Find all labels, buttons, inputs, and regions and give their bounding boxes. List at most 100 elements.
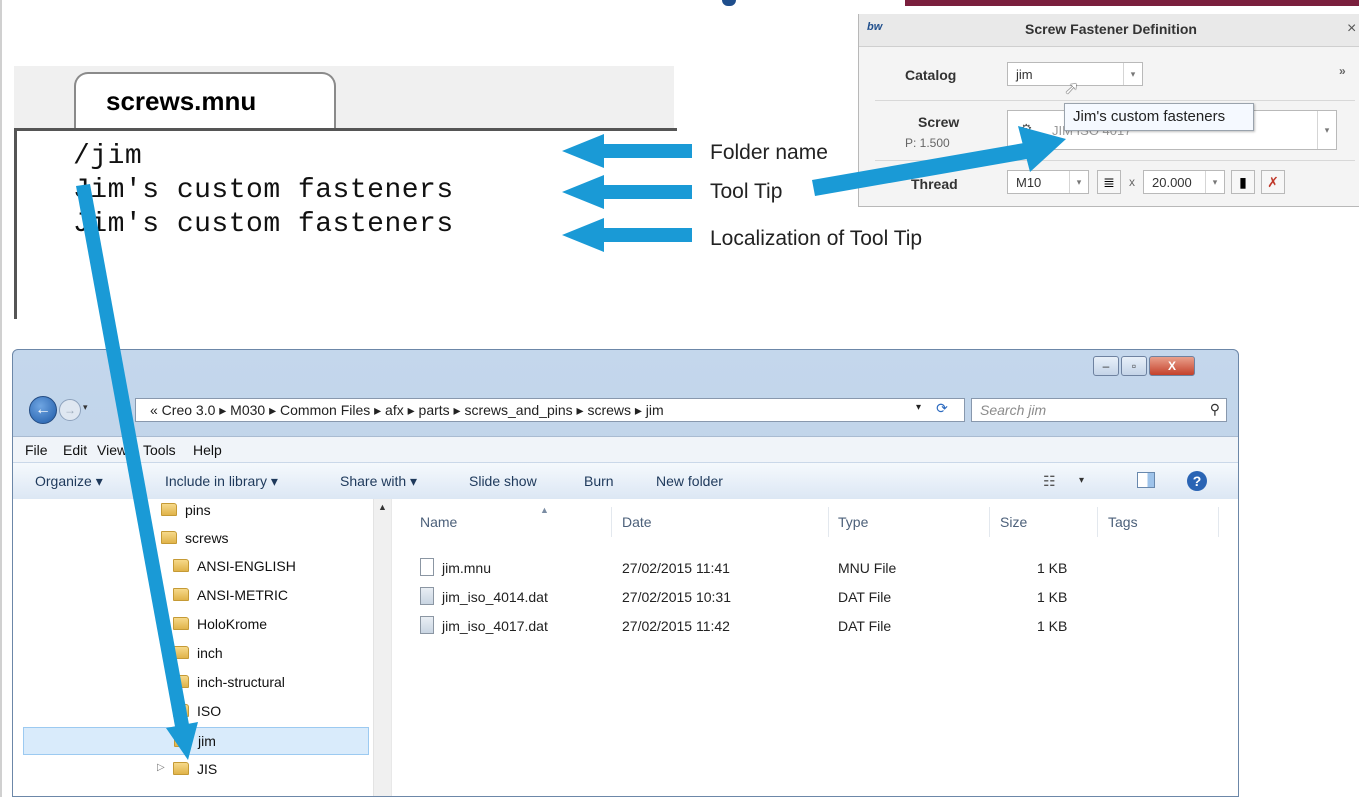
column-separator[interactable] [1218, 507, 1219, 537]
column-separator[interactable] [828, 507, 829, 537]
menu-edit[interactable]: Edit [63, 442, 87, 458]
dialog-separator [875, 100, 1355, 101]
tree-item-jim[interactable]: jim [23, 727, 369, 755]
column-separator[interactable] [1097, 507, 1098, 537]
screw-type-icon: ⚙ [1020, 121, 1033, 137]
help-icon[interactable]: ? [1187, 471, 1207, 491]
menu-view[interactable]: View [97, 442, 127, 458]
file-row[interactable]: jim_iso_4014.dat 27/02/2015 10:31 DAT Fi… [412, 583, 1112, 611]
file-row[interactable]: jim_iso_4017.dat 27/02/2015 11:42 DAT Fi… [412, 612, 1112, 640]
folder-icon [173, 588, 189, 601]
thread-value: M10 [1016, 175, 1042, 190]
length-select[interactable]: 20.000 ▾ [1143, 170, 1225, 194]
file-name: jim_iso_4017.dat [442, 618, 548, 634]
tree-item-holokrome[interactable]: HoloKrome [13, 611, 369, 639]
tree-item-iso[interactable]: ISO [13, 698, 369, 726]
expand-icon[interactable]: » [1339, 64, 1346, 78]
mouse-cursor-icon: ➚ [1064, 78, 1080, 98]
include-in-library-button[interactable]: Include in library ▾ [165, 473, 278, 490]
view-options-icon[interactable]: ☷ [1043, 473, 1056, 490]
tree-item-label: inch-structural [197, 674, 285, 690]
column-header-type[interactable]: Type [838, 514, 868, 530]
length-value: 20.000 [1152, 175, 1192, 190]
annotation-localization: Localization of Tool Tip [710, 227, 923, 250]
new-folder-button[interactable]: New folder [656, 473, 723, 489]
chevron-down-icon: ▾ [1317, 111, 1336, 149]
search-input[interactable]: Search jim ⚲ [971, 398, 1227, 422]
mnu-file-tab[interactable]: screws.mnu [74, 72, 336, 132]
tree-item-label: ANSI-ENGLISH [197, 558, 296, 574]
close-icon[interactable]: × [1347, 20, 1356, 38]
app-logo-icon: bw [867, 21, 883, 33]
column-header-date[interactable]: Date [622, 514, 652, 530]
address-bar[interactable]: « Creo 3.0 ▸ M030 ▸ Common Files ▸ afx ▸… [135, 398, 965, 422]
column-header-name[interactable]: Name [420, 514, 457, 530]
file-list-pane: ▲ Name Date Type Size Tags jim.mnu 27/02… [391, 499, 1238, 796]
file-date: 27/02/2015 10:31 [622, 589, 731, 605]
share-with-button[interactable]: Share with ▾ [340, 473, 417, 490]
search-icon: ⚲ [1209, 401, 1220, 417]
tree-item-inch[interactable]: inch [13, 640, 369, 668]
file-row[interactable]: jim.mnu 27/02/2015 11:41 MNU File 1 KB [412, 554, 1112, 582]
chevron-down-icon[interactable]: ▾ [916, 402, 921, 413]
mnu-line-folder: /jim [73, 141, 143, 172]
column-separator[interactable] [989, 507, 990, 537]
screw-label: Screw [918, 114, 960, 130]
tree-item-ansi-metric[interactable]: ANSI-METRIC [13, 582, 369, 610]
screw-remove-icon[interactable]: ✗ [1261, 170, 1285, 194]
folder-icon [161, 531, 177, 544]
column-separator[interactable] [611, 507, 612, 537]
minimize-icon[interactable]: – [1093, 356, 1119, 376]
preview-pane-icon[interactable] [1137, 472, 1155, 488]
screw-preview-icon[interactable]: ▮ [1231, 170, 1255, 194]
organize-button[interactable]: Organize ▾ [35, 473, 103, 490]
file-icon [420, 558, 434, 576]
folder-icon [173, 704, 189, 717]
scroll-up-icon[interactable]: ▲ [378, 502, 387, 512]
maximize-icon[interactable]: ▫ [1121, 356, 1147, 376]
tree-item-label: JIS [197, 761, 218, 777]
dat-file-icon [420, 616, 434, 634]
expand-arrow-icon[interactable]: ▷ [157, 762, 165, 773]
menu-tools[interactable]: Tools [143, 442, 176, 458]
thread-length-icon[interactable]: ≣ [1097, 170, 1121, 194]
forward-arrow-icon[interactable]: → [59, 399, 81, 421]
slide-show-button[interactable]: Slide show [469, 473, 537, 489]
dialog-titlebar: bw Screw Fastener Definition × [859, 14, 1359, 47]
menu-bar: File Edit View Tools Help [13, 436, 1238, 463]
burn-button[interactable]: Burn [584, 473, 614, 489]
history-dropdown-icon[interactable]: ▾ [83, 402, 88, 413]
navigation-scrollbar[interactable]: ▲ [373, 499, 392, 796]
file-date: 27/02/2015 11:42 [622, 618, 730, 634]
refresh-icon[interactable]: ⟳ [931, 400, 953, 420]
folder-icon [173, 617, 189, 630]
page-left-border [0, 0, 2, 797]
dialog-title: Screw Fastener Definition [1025, 21, 1197, 37]
catalog-tooltip: Jim's custom fasteners [1064, 103, 1254, 131]
chevron-down-icon: ▾ [1205, 171, 1224, 193]
address-path: « Creo 3.0 ▸ M030 ▸ Common Files ▸ afx ▸… [150, 402, 664, 418]
tree-item-screws[interactable]: screws [13, 525, 369, 553]
column-header-size[interactable]: Size [1000, 514, 1027, 530]
folder-icon [174, 734, 190, 747]
tree-item-ansi-english[interactable]: ANSI-ENGLISH [13, 553, 369, 581]
dat-file-icon [420, 587, 434, 605]
column-header-tags[interactable]: Tags [1108, 514, 1138, 530]
file-type: DAT File [838, 589, 892, 605]
annotation-folder-name: Folder name [710, 141, 828, 164]
close-icon[interactable]: X [1149, 356, 1195, 376]
thread-select[interactable]: M10 ▾ [1007, 170, 1089, 194]
mnu-line-localization: Jim's custom fasteners [73, 209, 454, 240]
tree-item-label: pins [185, 502, 211, 518]
chevron-down-icon[interactable]: ▾ [1079, 475, 1084, 486]
tree-item-inch-structural[interactable]: inch-structural [13, 669, 369, 697]
file-size: 1 KB [1037, 560, 1068, 576]
back-arrow-icon[interactable]: ← [29, 396, 57, 424]
tree-item-pins[interactable]: pins [13, 497, 369, 525]
tree-item-label: jim [198, 733, 216, 749]
explorer-window: – ▫ X ← → ▾ « Creo 3.0 ▸ M030 ▸ Common F… [12, 349, 1239, 797]
menu-help[interactable]: Help [193, 442, 222, 458]
file-date: 27/02/2015 11:41 [622, 560, 730, 576]
menu-file[interactable]: File [25, 442, 48, 458]
tree-item-jis[interactable]: ▷ JIS [13, 756, 369, 784]
